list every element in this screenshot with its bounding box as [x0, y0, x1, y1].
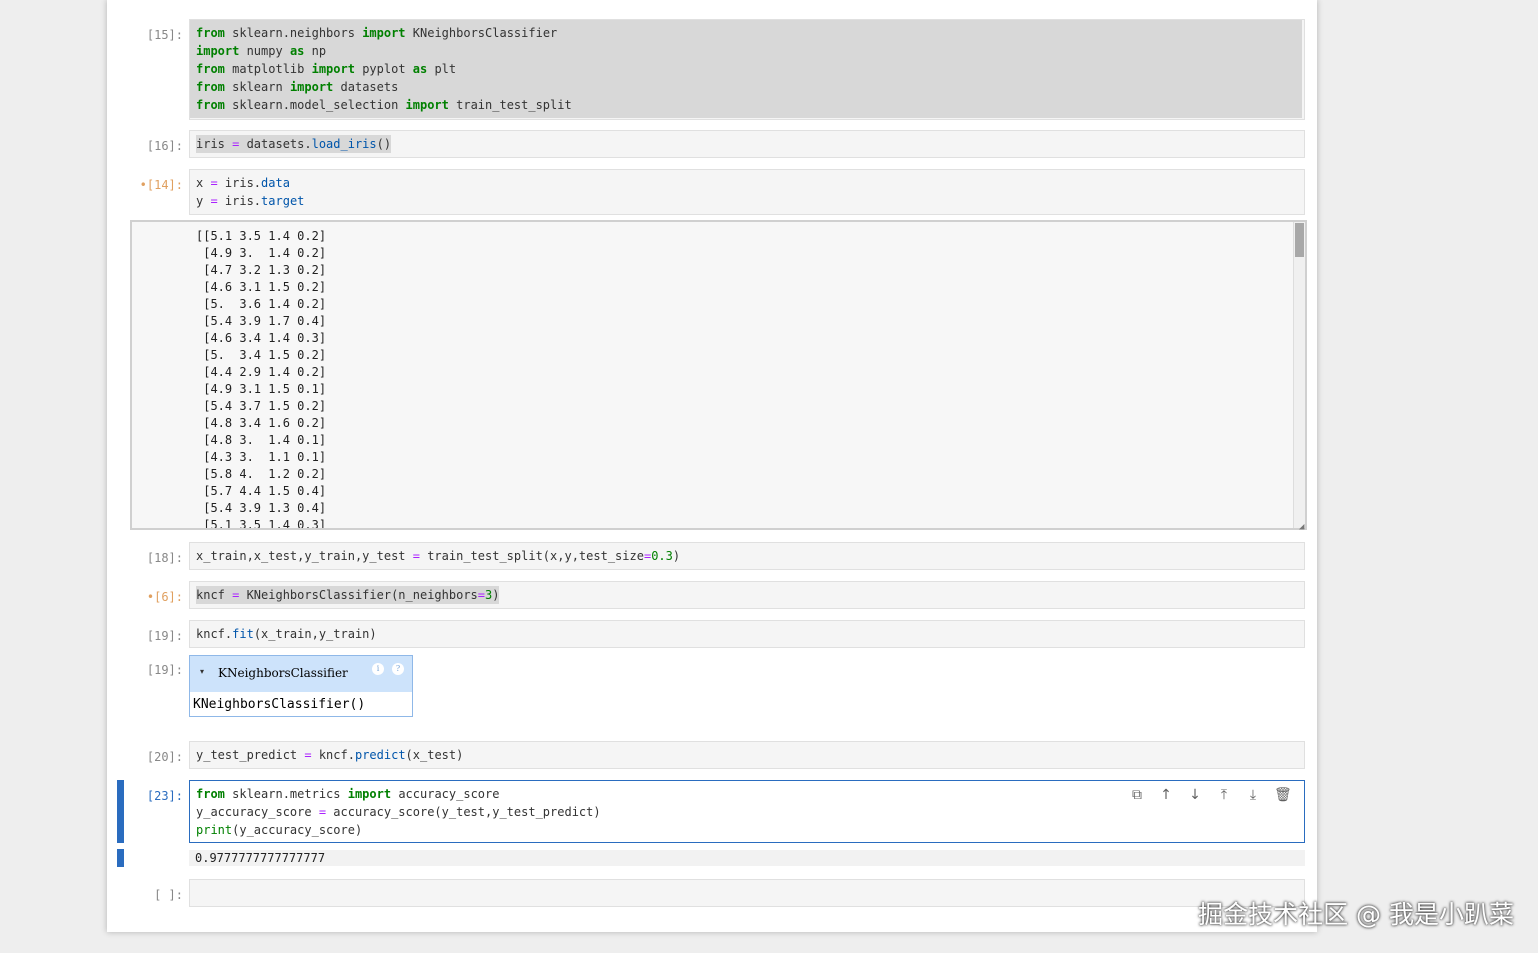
cell-prompt: [ ]: [154, 888, 183, 902]
code-line-block: from sklearn.neighbors import KNeighbors… [190, 20, 1302, 118]
watermark-text: 掘金技术社区 @ 我是小趴菜 [1198, 900, 1514, 929]
move-up-icon[interactable]: ↑ [1158, 787, 1174, 803]
code-cell-input[interactable]: kncf.fit(x_train,y_train) [189, 620, 1305, 648]
code-cell-input[interactable]: x = iris.data y = iris.target [189, 169, 1305, 215]
estimator-title: KNeighborsClassifier [218, 666, 348, 680]
resize-handle-icon[interactable]: ◢ [1299, 522, 1304, 532]
cell-prompt: [16]: [146, 139, 183, 153]
code-cell-input[interactable]: y_test_predict = kncf.predict(x_test) [189, 741, 1305, 769]
output-scroll-area[interactable]: [[5.1 3.5 1.4 0.2] [4.9 3. 1.4 0.2] [4.7… [130, 220, 1307, 530]
cell-toolbar: ⧉ ↑ ↓ ⤒ ⤓ 🗑 [1129, 787, 1292, 803]
duplicate-cell-icon[interactable]: ⧉ [1129, 787, 1145, 803]
accuracy-output: 0.9777777777777777 [195, 851, 326, 865]
info-icon[interactable]: i [372, 663, 384, 675]
cell-prompt: [15]: [146, 28, 183, 42]
array-output: [[5.1 3.5 1.4 0.2] [4.9 3. 1.4 0.2] [4.7… [196, 229, 327, 530]
code-cell-input[interactable]: kncf = KNeighborsClassifier(n_neighbors=… [189, 581, 1305, 609]
cell-prompt: [19]: [146, 629, 183, 643]
cell-prompt: [18]: [146, 551, 183, 565]
output-bar[interactable] [117, 849, 124, 867]
code-cell-input-empty[interactable] [189, 879, 1305, 907]
cell-prompt: [20]: [146, 750, 183, 764]
notebook-panel: [15]: from sklearn.neighbors import KNei… [107, 0, 1317, 932]
code-cell-input[interactable]: from sklearn.neighbors import KNeighbors… [189, 19, 1305, 120]
empty-code [190, 880, 1304, 888]
insert-above-icon[interactable]: ⤒ [1216, 787, 1232, 803]
code-cell-input-active[interactable]: from sklearn.metrics import accuracy_sco… [189, 780, 1305, 843]
code-cell-input[interactable]: x_train,x_test,y_train,y_test = train_te… [189, 542, 1305, 570]
output-prompt: [19]: [146, 663, 183, 677]
cell-prompt: [23]: [146, 789, 183, 803]
estimator-repr: KNeighborsClassifier() [193, 697, 366, 712]
collapse-triangle-icon[interactable]: ▾ [200, 667, 204, 676]
cell-prompt: •[14]: [139, 178, 183, 192]
estimator-widget: ▾ KNeighborsClassifier i ? KNeighborsCla… [189, 655, 413, 717]
scroll-thumb[interactable] [1295, 223, 1304, 257]
cell-prompt: •[6]: [146, 590, 183, 604]
insert-below-icon[interactable]: ⤓ [1245, 787, 1261, 803]
code-cell-input[interactable]: iris = datasets.load_iris() [189, 130, 1305, 158]
delete-cell-icon[interactable]: 🗑 [1274, 787, 1292, 803]
vertical-scrollbar[interactable] [1293, 222, 1305, 528]
cell-output: 0.9777777777777777 [189, 850, 1305, 866]
move-down-icon[interactable]: ↓ [1187, 787, 1203, 803]
estimator-widget-header[interactable]: ▾ KNeighborsClassifier i ? [190, 656, 412, 692]
help-icon[interactable]: ? [392, 663, 404, 675]
